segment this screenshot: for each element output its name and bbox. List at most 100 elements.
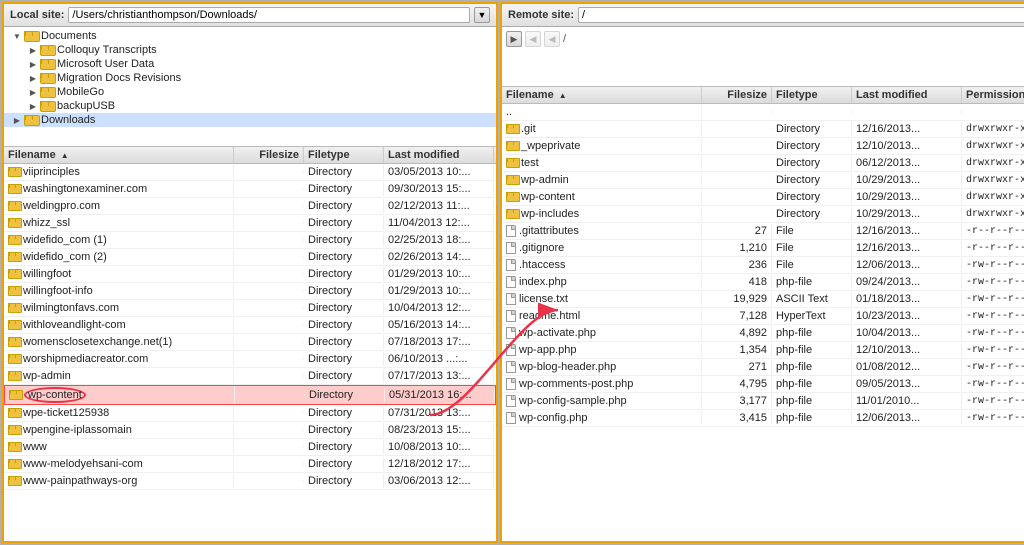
left-col-filename[interactable]: Filename ▲	[4, 147, 234, 163]
left-file-row[interactable]: withloveandlight-comDirectory05/16/2013 …	[4, 317, 496, 334]
right-file-row[interactable]: wp-activate.php4,892php-file10/04/2013..…	[502, 325, 1024, 342]
right-file-row[interactable]: .htaccess236File12/06/2013...-rw-r--r--	[502, 257, 1024, 274]
right-file-row[interactable]: wp-comments-post.php4,795php-file09/05/2…	[502, 376, 1024, 393]
left-col-filesize[interactable]: Filesize	[234, 147, 304, 163]
right-file-type-cell: Directory	[772, 207, 852, 221]
local-site-path-input[interactable]	[68, 7, 470, 23]
tree-item-migration[interactable]: ▶ Migration Docs Revisions	[4, 71, 496, 85]
left-file-type-cell: Directory	[304, 474, 384, 488]
left-file-row[interactable]: willingfootDirectory01/29/2013 10:...	[4, 266, 496, 283]
right-file-type-cell: php-file	[772, 275, 852, 289]
right-file-row[interactable]: index.php418php-file09/24/2013...-rw-r--…	[502, 274, 1024, 291]
tree-item-colloquy[interactable]: ▶ Colloquy Transcripts	[4, 43, 496, 57]
right-file-type-cell: php-file	[772, 394, 852, 408]
left-file-row[interactable]: womensclosetexchange.net(1)Directory07/1…	[4, 334, 496, 351]
tree-item-mobilego[interactable]: ▶ MobileGo	[4, 85, 496, 99]
tree-toggle-documents[interactable]: ▼	[12, 31, 22, 41]
right-file-row[interactable]: _wpeprivateDirectory12/10/2013...drwxrwx…	[502, 138, 1024, 155]
left-file-row[interactable]: wp-adminDirectory07/17/2013 13:...	[4, 368, 496, 385]
right-filename-label: wp-app.php	[519, 344, 577, 356]
left-file-row[interactable]: wilmingtonfavs.comDirectory10/04/2013 12…	[4, 300, 496, 317]
left-file-row[interactable]: washingtonexaminer.comDirectory09/30/201…	[4, 181, 496, 198]
right-file-perms-cell: drwxrwxr-x	[962, 123, 1024, 136]
left-file-type-cell: Directory	[304, 335, 384, 349]
tree-item-documents[interactable]: ▼ Documents	[4, 29, 496, 43]
right-filename-label: .git	[521, 123, 536, 135]
tree-toggle-colloquy[interactable]: ▶	[28, 45, 38, 55]
folder-icon	[506, 158, 518, 168]
left-file-row[interactable]: weldingpro.comDirectory02/12/2013 11:...	[4, 198, 496, 215]
right-file-type-cell: Directory	[772, 190, 852, 204]
left-file-mod-cell: 08/23/2013 15:...	[384, 423, 494, 437]
right-file-row[interactable]: testDirectory06/12/2013...drwxrwxr-x	[502, 155, 1024, 172]
right-file-row[interactable]: wp-includesDirectory10/29/2013...drwxrwx…	[502, 206, 1024, 223]
right-file-type-cell: Directory	[772, 122, 852, 136]
right-file-row[interactable]: wp-config-sample.php3,177php-file11/01/2…	[502, 393, 1024, 410]
tree-toggle-downloads[interactable]: ▶	[12, 115, 22, 125]
tree-item-downloads[interactable]: ▶ Downloads	[4, 113, 496, 127]
right-file-mod-cell: 12/10/2013...	[852, 343, 962, 357]
tree-toggle-backupusb[interactable]: ▶	[28, 101, 38, 111]
left-file-row[interactable]: viiprinciplesDirectory03/05/2013 10:...	[4, 164, 496, 181]
left-file-row[interactable]: widefido_com (2)Directory02/26/2013 14:.…	[4, 249, 496, 266]
left-file-row[interactable]: wp-contentDirectory05/31/2013 16:...	[4, 385, 496, 405]
remote-site-path-input[interactable]	[578, 7, 1024, 23]
left-file-row[interactable]: wpengine-iplassomainDirectory08/23/2013 …	[4, 422, 496, 439]
right-file-perms-cell: -rw-r--r--	[962, 259, 1024, 272]
right-nav-forward-btn[interactable]: ▶	[506, 31, 522, 47]
right-file-row[interactable]: readme.html7,128HyperText10/23/2013...-r…	[502, 308, 1024, 325]
tree-toggle-mobilego[interactable]: ▶	[28, 87, 38, 97]
tree-item-backupusb[interactable]: ▶ backupUSB	[4, 99, 496, 113]
right-file-type-cell: File	[772, 258, 852, 272]
file-icon	[506, 225, 516, 237]
right-nav-up-btn[interactable]: ◀	[544, 31, 560, 47]
left-file-row[interactable]: www-melodyehsani-comDirectory12/18/2012 …	[4, 456, 496, 473]
right-file-row[interactable]: license.txt19,929ASCII Text01/18/2013...…	[502, 291, 1024, 308]
left-file-row[interactable]: wwwDirectory10/08/2013 10:...	[4, 439, 496, 456]
filename-label: worshipmediacreator.com	[23, 353, 148, 365]
right-filename-label: wp-content	[521, 191, 575, 203]
right-file-row[interactable]: wp-config.php3,415php-file12/06/2013...-…	[502, 410, 1024, 427]
left-col-filetype[interactable]: Filetype	[304, 147, 384, 163]
right-file-row[interactable]: ..	[502, 104, 1024, 121]
right-col-filetype[interactable]: Filetype	[772, 87, 852, 103]
right-file-row[interactable]: .gitignore1,210File12/16/2013...-r--r--r…	[502, 240, 1024, 257]
filename-label: womensclosetexchange.net(1)	[23, 336, 172, 348]
right-file-row[interactable]: .gitattributes27File12/16/2013...-r--r--…	[502, 223, 1024, 240]
folder-icon	[8, 459, 20, 469]
tree-toggle-migration[interactable]: ▶	[28, 73, 38, 83]
right-file-name-cell: readme.html	[502, 309, 702, 323]
local-path-dropdown-btn[interactable]: ▼	[474, 7, 490, 23]
folder-icon	[8, 408, 20, 418]
right-nav-back-btn[interactable]: ◀	[525, 31, 541, 47]
right-file-row[interactable]: .gitDirectory12/16/2013...drwxrwxr-x	[502, 121, 1024, 138]
right-col-filesize[interactable]: Filesize	[702, 87, 772, 103]
filename-label: viiprinciples	[23, 166, 80, 178]
left-file-mod-cell: 12/18/2012 17:...	[384, 457, 494, 471]
left-file-mod-cell: 10/08/2013 10:...	[384, 440, 494, 454]
right-filename-label: wp-config-sample.php	[519, 395, 627, 407]
left-file-type-cell: Directory	[304, 457, 384, 471]
left-file-row[interactable]: willingfoot-infoDirectory01/29/2013 10:.…	[4, 283, 496, 300]
right-file-row[interactable]: wp-adminDirectory10/29/2013...drwxrwxr-x	[502, 172, 1024, 189]
right-col-filename[interactable]: Filename ▲	[502, 87, 702, 103]
right-col-permissions[interactable]: Permissions	[962, 87, 1024, 103]
left-col-lastmod[interactable]: Last modified	[384, 147, 494, 163]
left-file-type-cell: Directory	[304, 352, 384, 366]
right-file-row[interactable]: wp-contentDirectory10/29/2013...drwxrwxr…	[502, 189, 1024, 206]
right-file-size-cell	[702, 196, 772, 198]
right-col-lastmod[interactable]: Last modified	[852, 87, 962, 103]
left-file-row[interactable]: www-painpathways-orgDirectory03/06/2013 …	[4, 473, 496, 490]
right-file-type-cell: Directory	[772, 156, 852, 170]
right-file-type-cell: File	[772, 241, 852, 255]
right-file-mod-cell: 10/29/2013...	[852, 207, 962, 221]
tree-item-microsoft[interactable]: ▶ Microsoft User Data	[4, 57, 496, 71]
left-file-row[interactable]: widefido_com (1)Directory02/25/2013 18:.…	[4, 232, 496, 249]
right-file-row[interactable]: wp-app.php1,354php-file12/10/2013...-rw-…	[502, 342, 1024, 359]
file-icon	[506, 327, 516, 339]
right-file-row[interactable]: wp-blog-header.php271php-file01/08/2012.…	[502, 359, 1024, 376]
left-file-row[interactable]: worshipmediacreator.comDirectory06/10/20…	[4, 351, 496, 368]
tree-toggle-microsoft[interactable]: ▶	[28, 59, 38, 69]
left-file-row[interactable]: whizz_sslDirectory11/04/2013 12:...	[4, 215, 496, 232]
left-file-row[interactable]: wpe-ticket125938Directory07/31/2013 13:.…	[4, 405, 496, 422]
